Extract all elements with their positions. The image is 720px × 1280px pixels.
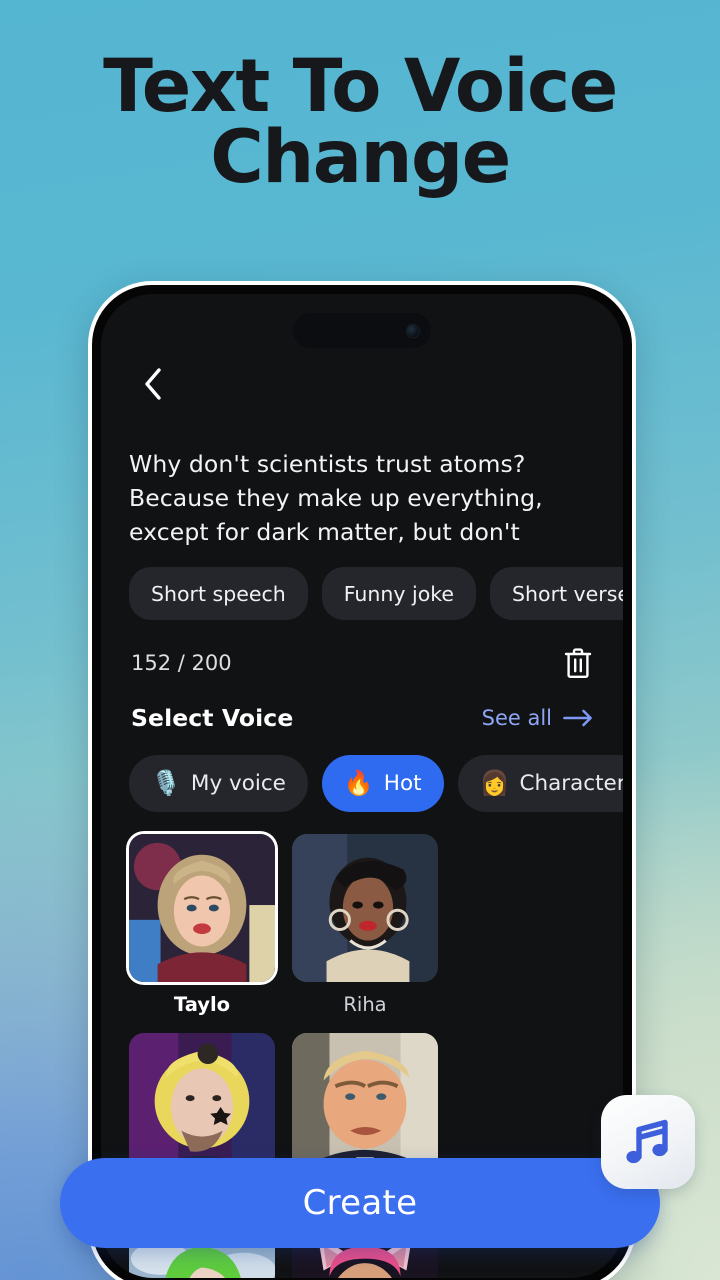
tab-hot[interactable]: 🔥 Hot (321, 755, 444, 812)
voice-name: Taylo (173, 993, 231, 1016)
see-all-label: See all (481, 706, 552, 730)
woman-icon: 👩 (479, 769, 510, 797)
character-counter: 152 / 200 (131, 651, 232, 675)
create-button[interactable]: Create (60, 1158, 660, 1248)
fire-icon: 🔥 (343, 769, 374, 797)
chevron-left-icon (145, 368, 161, 400)
tab-character[interactable]: 👩 Character (457, 755, 623, 812)
select-voice-header: Select Voice See all (129, 704, 595, 732)
chip-funny-joke[interactable]: Funny joke (321, 567, 477, 620)
voice-tabs-scroller[interactable]: 🎙️ My voice 🔥 Hot 👩 Character (101, 732, 623, 812)
voice-card-taylo[interactable]: Taylo (129, 834, 275, 1016)
voice-tab-list: 🎙️ My voice 🔥 Hot 👩 Character (129, 755, 623, 812)
tab-hot-label: Hot (383, 771, 422, 796)
text-input-area[interactable]: Why don't scientists trust atoms? Becaus… (129, 447, 595, 551)
back-button[interactable] (133, 364, 173, 404)
navbar (129, 294, 595, 412)
voice-avatar (292, 834, 438, 982)
avatar-taylo-icon (129, 834, 275, 982)
chip-short-verse[interactable]: Short verse (490, 567, 623, 620)
page-title: Text To Voice Change (0, 50, 720, 200)
dynamic-island (293, 313, 431, 348)
chip-short-speech[interactable]: Short speech (129, 567, 308, 620)
tab-character-label: Character (519, 771, 623, 796)
voice-card-riha[interactable]: Riha (292, 834, 438, 1016)
phone-bezel: Why don't scientists trust atoms? Becaus… (92, 285, 632, 1280)
avatar-riha-icon (292, 834, 438, 982)
voice-avatar (129, 834, 275, 982)
app-icon (601, 1095, 695, 1189)
music-note-icon (626, 1119, 668, 1164)
tab-my-voice[interactable]: 🎙️ My voice (129, 755, 308, 812)
arrow-right-icon (563, 709, 592, 727)
phone-mockup: Why don't scientists trust atoms? Becaus… (88, 281, 636, 1280)
create-button-label: Create (302, 1183, 418, 1223)
page-title-line-2: Change (210, 114, 511, 200)
section-title: Select Voice (131, 704, 294, 732)
voice-name: Riha (343, 993, 387, 1016)
phone-screen: Why don't scientists trust atoms? Becaus… (101, 294, 623, 1278)
suggestion-chip-list: Short speech Funny joke Short verse (129, 567, 623, 620)
app-content: Why don't scientists trust atoms? Becaus… (101, 294, 623, 1278)
tab-my-voice-label: My voice (190, 771, 286, 796)
see-all-button[interactable]: See all (482, 706, 593, 730)
counter-row: 152 / 200 (129, 647, 595, 679)
microphone-icon: 🎙️ (151, 769, 181, 797)
clear-text-button[interactable] (563, 647, 593, 679)
front-camera-icon (407, 324, 419, 337)
trash-icon (564, 648, 592, 678)
